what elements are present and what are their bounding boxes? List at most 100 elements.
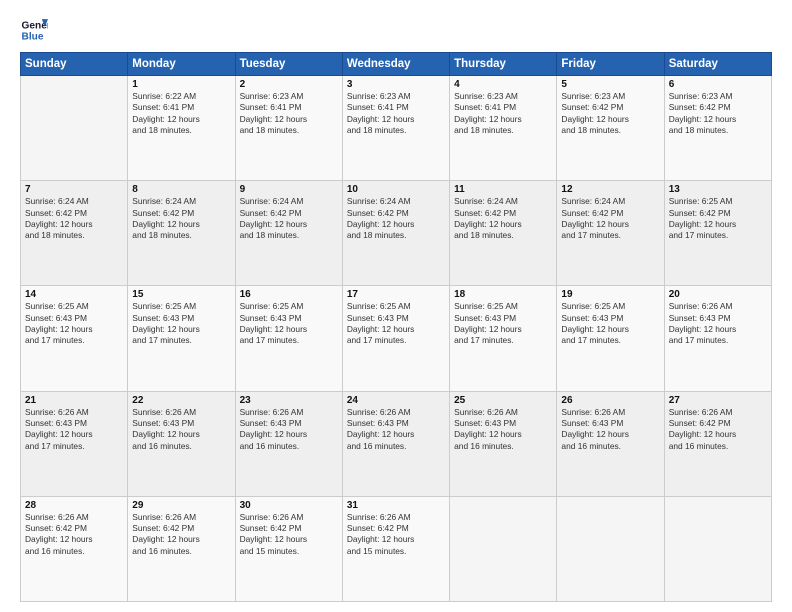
day-number: 3	[347, 79, 445, 90]
day-number: 1	[132, 79, 230, 90]
day-number: 11	[454, 184, 552, 195]
day-number: 30	[240, 500, 338, 511]
day-number: 25	[454, 395, 552, 406]
calendar-cell: 9Sunrise: 6:24 AM Sunset: 6:42 PM Daylig…	[235, 181, 342, 286]
calendar-cell	[450, 496, 557, 601]
day-number: 14	[25, 289, 123, 300]
calendar-cell: 31Sunrise: 6:26 AM Sunset: 6:42 PM Dayli…	[342, 496, 449, 601]
calendar-cell: 23Sunrise: 6:26 AM Sunset: 6:43 PM Dayli…	[235, 391, 342, 496]
weekday-header-tuesday: Tuesday	[235, 53, 342, 76]
day-info: Sunrise: 6:24 AM Sunset: 6:42 PM Dayligh…	[561, 196, 659, 241]
calendar-cell	[664, 496, 771, 601]
calendar-page: General Blue SundayMondayTuesdayWednesda…	[0, 0, 792, 612]
calendar-cell: 17Sunrise: 6:25 AM Sunset: 6:43 PM Dayli…	[342, 286, 449, 391]
calendar-cell: 1Sunrise: 6:22 AM Sunset: 6:41 PM Daylig…	[128, 76, 235, 181]
day-info: Sunrise: 6:26 AM Sunset: 6:43 PM Dayligh…	[561, 407, 659, 452]
calendar-cell: 4Sunrise: 6:23 AM Sunset: 6:41 PM Daylig…	[450, 76, 557, 181]
day-number: 15	[132, 289, 230, 300]
calendar-cell: 25Sunrise: 6:26 AM Sunset: 6:43 PM Dayli…	[450, 391, 557, 496]
weekday-header-saturday: Saturday	[664, 53, 771, 76]
day-info: Sunrise: 6:26 AM Sunset: 6:43 PM Dayligh…	[347, 407, 445, 452]
day-number: 27	[669, 395, 767, 406]
day-info: Sunrise: 6:24 AM Sunset: 6:42 PM Dayligh…	[240, 196, 338, 241]
calendar-cell: 22Sunrise: 6:26 AM Sunset: 6:43 PM Dayli…	[128, 391, 235, 496]
weekday-row: SundayMondayTuesdayWednesdayThursdayFrid…	[21, 53, 772, 76]
day-number: 6	[669, 79, 767, 90]
day-info: Sunrise: 6:25 AM Sunset: 6:43 PM Dayligh…	[132, 301, 230, 346]
day-number: 26	[561, 395, 659, 406]
calendar-cell: 21Sunrise: 6:26 AM Sunset: 6:43 PM Dayli…	[21, 391, 128, 496]
day-info: Sunrise: 6:26 AM Sunset: 6:42 PM Dayligh…	[25, 512, 123, 557]
day-info: Sunrise: 6:24 AM Sunset: 6:42 PM Dayligh…	[347, 196, 445, 241]
calendar-cell: 7Sunrise: 6:24 AM Sunset: 6:42 PM Daylig…	[21, 181, 128, 286]
day-info: Sunrise: 6:25 AM Sunset: 6:43 PM Dayligh…	[25, 301, 123, 346]
calendar-cell: 30Sunrise: 6:26 AM Sunset: 6:42 PM Dayli…	[235, 496, 342, 601]
calendar-cell: 13Sunrise: 6:25 AM Sunset: 6:42 PM Dayli…	[664, 181, 771, 286]
calendar-cell: 20Sunrise: 6:26 AM Sunset: 6:43 PM Dayli…	[664, 286, 771, 391]
calendar-cell: 14Sunrise: 6:25 AM Sunset: 6:43 PM Dayli…	[21, 286, 128, 391]
calendar-cell	[557, 496, 664, 601]
calendar-cell: 15Sunrise: 6:25 AM Sunset: 6:43 PM Dayli…	[128, 286, 235, 391]
day-info: Sunrise: 6:23 AM Sunset: 6:41 PM Dayligh…	[347, 91, 445, 136]
svg-text:Blue: Blue	[22, 31, 44, 42]
day-info: Sunrise: 6:25 AM Sunset: 6:43 PM Dayligh…	[347, 301, 445, 346]
calendar-week-1: 1Sunrise: 6:22 AM Sunset: 6:41 PM Daylig…	[21, 76, 772, 181]
header: General Blue	[20, 16, 772, 44]
day-info: Sunrise: 6:23 AM Sunset: 6:41 PM Dayligh…	[454, 91, 552, 136]
calendar-header: SundayMondayTuesdayWednesdayThursdayFrid…	[21, 53, 772, 76]
day-number: 21	[25, 395, 123, 406]
calendar-cell: 11Sunrise: 6:24 AM Sunset: 6:42 PM Dayli…	[450, 181, 557, 286]
calendar-week-2: 7Sunrise: 6:24 AM Sunset: 6:42 PM Daylig…	[21, 181, 772, 286]
day-number: 7	[25, 184, 123, 195]
day-info: Sunrise: 6:26 AM Sunset: 6:42 PM Dayligh…	[132, 512, 230, 557]
logo: General Blue	[20, 16, 54, 44]
day-number: 19	[561, 289, 659, 300]
calendar-cell: 12Sunrise: 6:24 AM Sunset: 6:42 PM Dayli…	[557, 181, 664, 286]
day-number: 4	[454, 79, 552, 90]
calendar-cell: 2Sunrise: 6:23 AM Sunset: 6:41 PM Daylig…	[235, 76, 342, 181]
calendar-cell: 18Sunrise: 6:25 AM Sunset: 6:43 PM Dayli…	[450, 286, 557, 391]
logo-icon: General Blue	[20, 16, 48, 44]
day-info: Sunrise: 6:26 AM Sunset: 6:42 PM Dayligh…	[669, 407, 767, 452]
calendar-cell: 10Sunrise: 6:24 AM Sunset: 6:42 PM Dayli…	[342, 181, 449, 286]
day-info: Sunrise: 6:26 AM Sunset: 6:43 PM Dayligh…	[132, 407, 230, 452]
calendar-cell: 19Sunrise: 6:25 AM Sunset: 6:43 PM Dayli…	[557, 286, 664, 391]
day-number: 29	[132, 500, 230, 511]
day-number: 5	[561, 79, 659, 90]
day-number: 17	[347, 289, 445, 300]
day-number: 13	[669, 184, 767, 195]
day-info: Sunrise: 6:24 AM Sunset: 6:42 PM Dayligh…	[132, 196, 230, 241]
calendar-body: 1Sunrise: 6:22 AM Sunset: 6:41 PM Daylig…	[21, 76, 772, 602]
weekday-header-sunday: Sunday	[21, 53, 128, 76]
day-info: Sunrise: 6:24 AM Sunset: 6:42 PM Dayligh…	[454, 196, 552, 241]
day-info: Sunrise: 6:26 AM Sunset: 6:42 PM Dayligh…	[347, 512, 445, 557]
calendar-cell: 24Sunrise: 6:26 AM Sunset: 6:43 PM Dayli…	[342, 391, 449, 496]
day-info: Sunrise: 6:23 AM Sunset: 6:42 PM Dayligh…	[669, 91, 767, 136]
day-info: Sunrise: 6:26 AM Sunset: 6:42 PM Dayligh…	[240, 512, 338, 557]
day-info: Sunrise: 6:26 AM Sunset: 6:43 PM Dayligh…	[240, 407, 338, 452]
day-number: 31	[347, 500, 445, 511]
day-info: Sunrise: 6:25 AM Sunset: 6:43 PM Dayligh…	[561, 301, 659, 346]
day-info: Sunrise: 6:25 AM Sunset: 6:43 PM Dayligh…	[240, 301, 338, 346]
day-number: 23	[240, 395, 338, 406]
day-info: Sunrise: 6:26 AM Sunset: 6:43 PM Dayligh…	[669, 301, 767, 346]
weekday-header-friday: Friday	[557, 53, 664, 76]
day-number: 2	[240, 79, 338, 90]
day-number: 28	[25, 500, 123, 511]
day-info: Sunrise: 6:25 AM Sunset: 6:43 PM Dayligh…	[454, 301, 552, 346]
calendar-table: SundayMondayTuesdayWednesdayThursdayFrid…	[20, 52, 772, 602]
weekday-header-thursday: Thursday	[450, 53, 557, 76]
calendar-cell: 26Sunrise: 6:26 AM Sunset: 6:43 PM Dayli…	[557, 391, 664, 496]
calendar-cell: 3Sunrise: 6:23 AM Sunset: 6:41 PM Daylig…	[342, 76, 449, 181]
weekday-header-wednesday: Wednesday	[342, 53, 449, 76]
day-info: Sunrise: 6:26 AM Sunset: 6:43 PM Dayligh…	[454, 407, 552, 452]
day-info: Sunrise: 6:26 AM Sunset: 6:43 PM Dayligh…	[25, 407, 123, 452]
calendar-cell: 6Sunrise: 6:23 AM Sunset: 6:42 PM Daylig…	[664, 76, 771, 181]
day-number: 20	[669, 289, 767, 300]
calendar-cell: 27Sunrise: 6:26 AM Sunset: 6:42 PM Dayli…	[664, 391, 771, 496]
day-info: Sunrise: 6:24 AM Sunset: 6:42 PM Dayligh…	[25, 196, 123, 241]
day-number: 22	[132, 395, 230, 406]
calendar-week-4: 21Sunrise: 6:26 AM Sunset: 6:43 PM Dayli…	[21, 391, 772, 496]
day-info: Sunrise: 6:22 AM Sunset: 6:41 PM Dayligh…	[132, 91, 230, 136]
calendar-cell: 8Sunrise: 6:24 AM Sunset: 6:42 PM Daylig…	[128, 181, 235, 286]
